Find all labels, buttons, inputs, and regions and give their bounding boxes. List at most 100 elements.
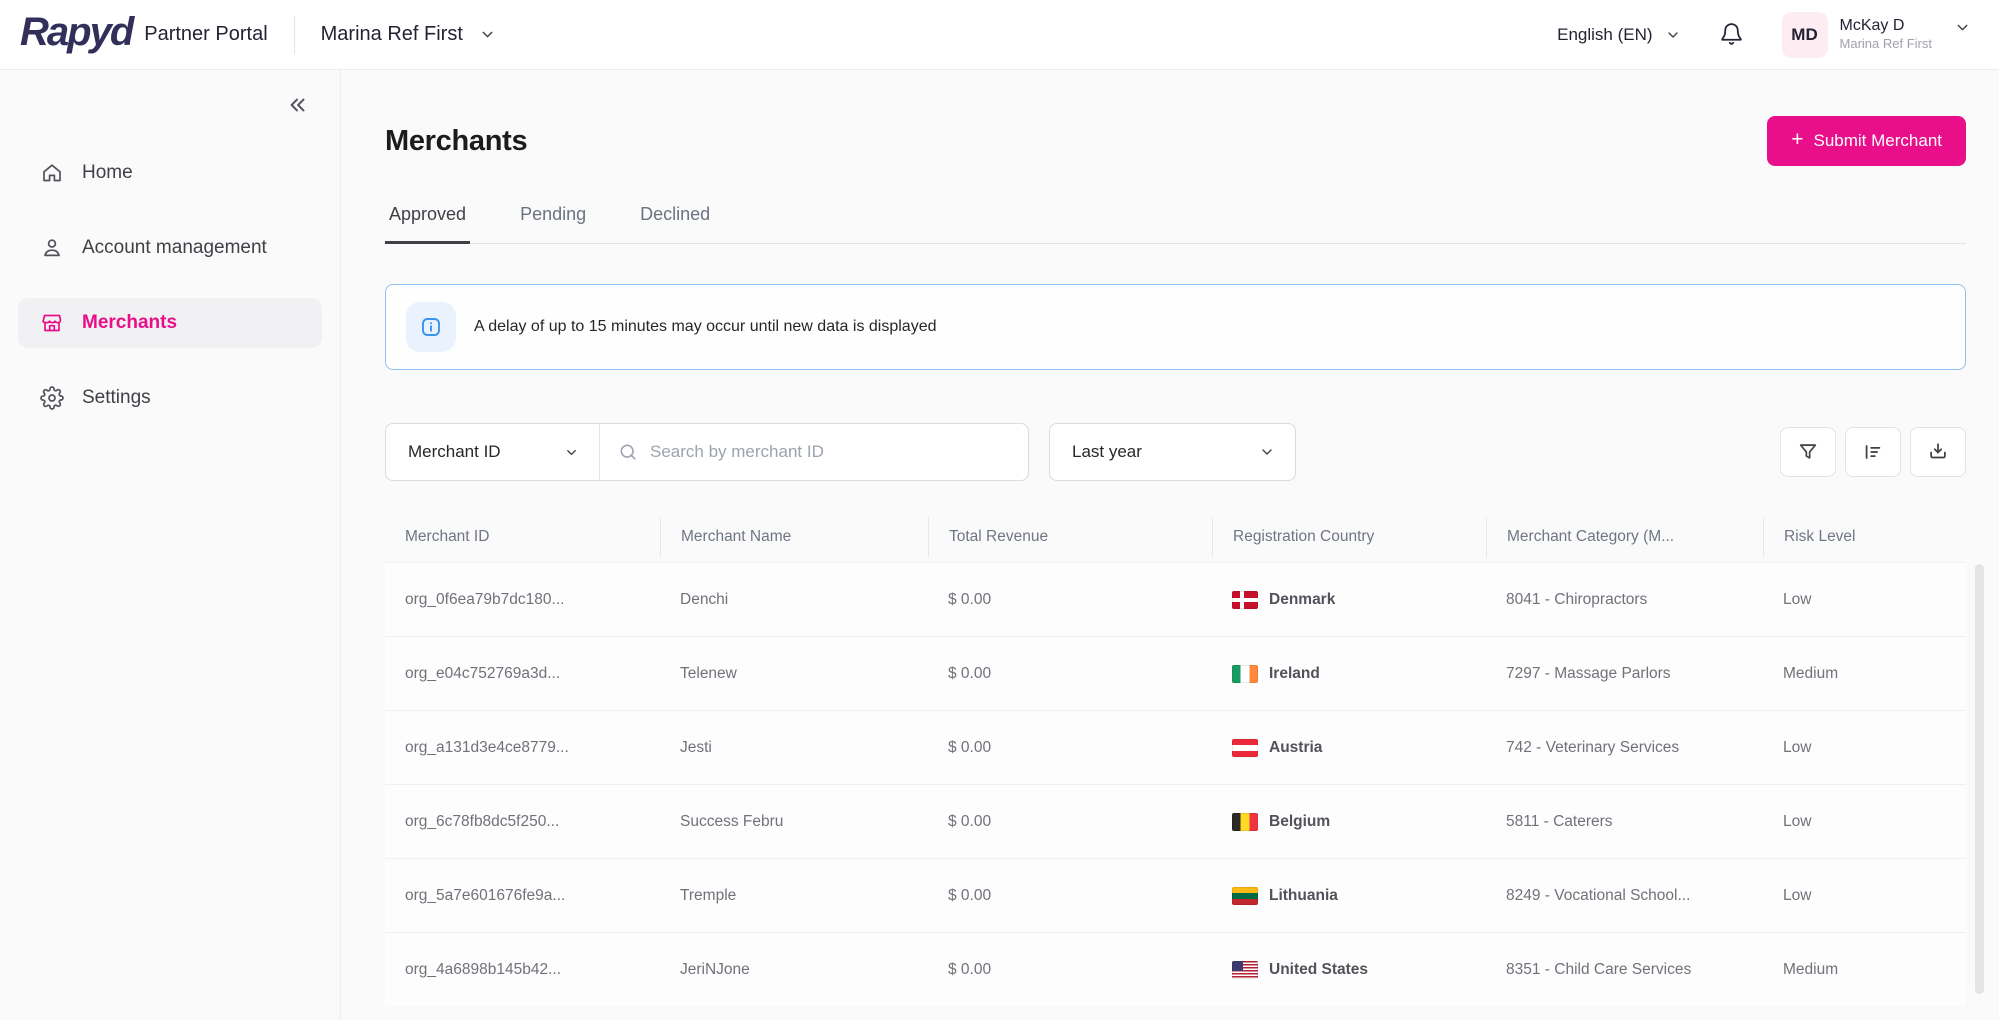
sidebar-collapse-button[interactable]: [284, 92, 310, 118]
table-row[interactable]: org_5a7e601676fe9a... Tremple $ 0.00 Lit…: [385, 858, 1966, 932]
date-range-selector[interactable]: Last year: [1049, 423, 1296, 481]
cell-merchant-name: JeriNJone: [660, 961, 928, 979]
chevron-down-icon: [564, 445, 579, 460]
language-selector[interactable]: English (EN): [1557, 25, 1680, 45]
table-row[interactable]: org_4a6898b145b42... JeriNJone $ 0.00 Un…: [385, 932, 1966, 1006]
org-switcher[interactable]: Marina Ref First: [321, 23, 496, 46]
country-name: Austria: [1269, 739, 1322, 757]
cell-merchant-name: Telenew: [660, 665, 928, 683]
table-row[interactable]: org_6c78fb8dc5f250... Success Febru $ 0.…: [385, 784, 1966, 858]
cell-merchant-id: org_5a7e601676fe9a...: [385, 887, 660, 905]
tab-declined[interactable]: Declined: [636, 194, 714, 244]
cell-risk-level: Low: [1763, 739, 1959, 757]
user-name: McKay D: [1840, 16, 1932, 36]
sidebar-item-label: Merchants: [82, 312, 177, 334]
country-flag: [1232, 739, 1258, 757]
home-icon: [40, 161, 64, 185]
chevron-down-icon: [1954, 19, 1971, 36]
table-scrollbar[interactable]: [1975, 564, 1984, 994]
table-header-row: Merchant ID Merchant Name Total Revenue …: [385, 512, 1966, 562]
cell-merchant-id: org_0f6ea79b7dc180...: [385, 591, 660, 609]
person-icon: [40, 236, 64, 260]
cell-merchant-id: org_e04c752769a3d...: [385, 665, 660, 683]
sidebar-item-merchants[interactable]: Merchants: [18, 298, 322, 348]
country-flag: [1232, 591, 1258, 609]
download-icon: [1927, 441, 1949, 463]
cell-merchant-name: Tremple: [660, 887, 928, 905]
column-header-merchant-id[interactable]: Merchant ID: [385, 517, 660, 557]
cell-risk-level: Medium: [1763, 961, 1959, 979]
cell-risk-level: Medium: [1763, 665, 1959, 683]
cell-registration-country: Belgium: [1212, 813, 1486, 831]
cell-merchant-id: org_6c78fb8dc5f250...: [385, 813, 660, 831]
country-flag: [1232, 887, 1258, 905]
chevron-down-icon: [479, 26, 496, 43]
funnel-icon: [1797, 441, 1819, 463]
cell-registration-country: Ireland: [1212, 665, 1486, 683]
table-body: org_0f6ea79b7dc180... Denchi $ 0.00 Denm…: [385, 562, 1966, 1006]
cell-merchant-name: Denchi: [660, 591, 928, 609]
submit-merchant-button[interactable]: + Submit Merchant: [1767, 116, 1966, 166]
search-input[interactable]: [650, 442, 1010, 462]
language-label: English (EN): [1557, 25, 1652, 45]
chevron-down-icon: [1259, 444, 1275, 460]
country-flag: [1232, 961, 1258, 979]
sort-icon: [1862, 441, 1884, 463]
cell-merchant-name: Success Febru: [660, 813, 928, 831]
search-field-selector-value: Merchant ID: [408, 442, 501, 462]
chevron-down-icon: [1665, 27, 1681, 43]
user-menu[interactable]: MD McKay D Marina Ref First: [1782, 12, 1971, 58]
cell-merchant-category: 8041 - Chiropractors: [1486, 591, 1763, 609]
cell-total-revenue: $ 0.00: [928, 887, 1212, 905]
download-button[interactable]: [1910, 427, 1966, 477]
sort-button[interactable]: [1845, 427, 1901, 477]
cell-total-revenue: $ 0.00: [928, 813, 1212, 831]
tab-pending[interactable]: Pending: [516, 194, 590, 244]
cell-merchant-category: 7297 - Massage Parlors: [1486, 665, 1763, 683]
country-name: Denmark: [1269, 591, 1335, 609]
country-name: United States: [1269, 961, 1368, 979]
column-header-merchant-name[interactable]: Merchant Name: [660, 517, 928, 557]
submit-merchant-label: Submit Merchant: [1814, 131, 1943, 151]
rapyd-logo: Rapyd: [20, 12, 132, 58]
cell-registration-country: Austria: [1212, 739, 1486, 757]
country-flag: [1232, 665, 1258, 683]
page-title: Merchants: [385, 125, 527, 158]
sidebar-item-home[interactable]: Home: [18, 148, 322, 198]
cell-total-revenue: $ 0.00: [928, 961, 1212, 979]
column-header-total-revenue[interactable]: Total Revenue: [928, 517, 1212, 557]
date-range-value: Last year: [1072, 442, 1142, 462]
search-compound: Merchant ID: [385, 423, 1029, 481]
top-header: Rapyd Partner Portal Marina Ref First En…: [0, 0, 1999, 70]
country-name: Ireland: [1269, 665, 1320, 683]
cell-merchant-id: org_a131d3e4ce8779...: [385, 739, 660, 757]
sidebar-item-settings[interactable]: Settings: [18, 373, 322, 423]
user-org: Marina Ref First: [1840, 36, 1932, 52]
search-icon: [618, 442, 638, 462]
header-divider: [294, 16, 295, 54]
filter-button[interactable]: [1780, 427, 1836, 477]
column-header-registration-country[interactable]: Registration Country: [1212, 517, 1486, 557]
storefront-icon: [40, 311, 64, 335]
cell-merchant-category: 8351 - Child Care Services: [1486, 961, 1763, 979]
sidebar-item-account-management[interactable]: Account management: [18, 223, 322, 273]
notifications-button[interactable]: [1719, 22, 1744, 47]
sidebar-nav: Home Account management Merchants Settin…: [0, 148, 340, 423]
search-field-selector[interactable]: Merchant ID: [386, 424, 600, 480]
column-header-risk-level[interactable]: Risk Level: [1763, 517, 1959, 557]
avatar: MD: [1782, 12, 1828, 58]
cell-risk-level: Low: [1763, 887, 1959, 905]
filters-row: Merchant ID Last year: [385, 423, 1966, 481]
column-header-merchant-category[interactable]: Merchant Category (M...: [1486, 517, 1763, 557]
table-row[interactable]: org_a131d3e4ce8779... Jesti $ 0.00 Austr…: [385, 710, 1966, 784]
bell-icon: [1719, 22, 1744, 47]
delay-notice-text: A delay of up to 15 minutes may occur un…: [474, 318, 936, 336]
cell-merchant-category: 8249 - Vocational School...: [1486, 887, 1763, 905]
table-row[interactable]: org_e04c752769a3d... Telenew $ 0.00 Irel…: [385, 636, 1966, 710]
cell-total-revenue: $ 0.00: [928, 591, 1212, 609]
country-flag: [1232, 813, 1258, 831]
status-tabs: Approved Pending Declined: [385, 194, 1966, 244]
org-switcher-label: Marina Ref First: [321, 23, 463, 46]
table-row[interactable]: org_0f6ea79b7dc180... Denchi $ 0.00 Denm…: [385, 562, 1966, 636]
tab-approved[interactable]: Approved: [385, 194, 470, 244]
